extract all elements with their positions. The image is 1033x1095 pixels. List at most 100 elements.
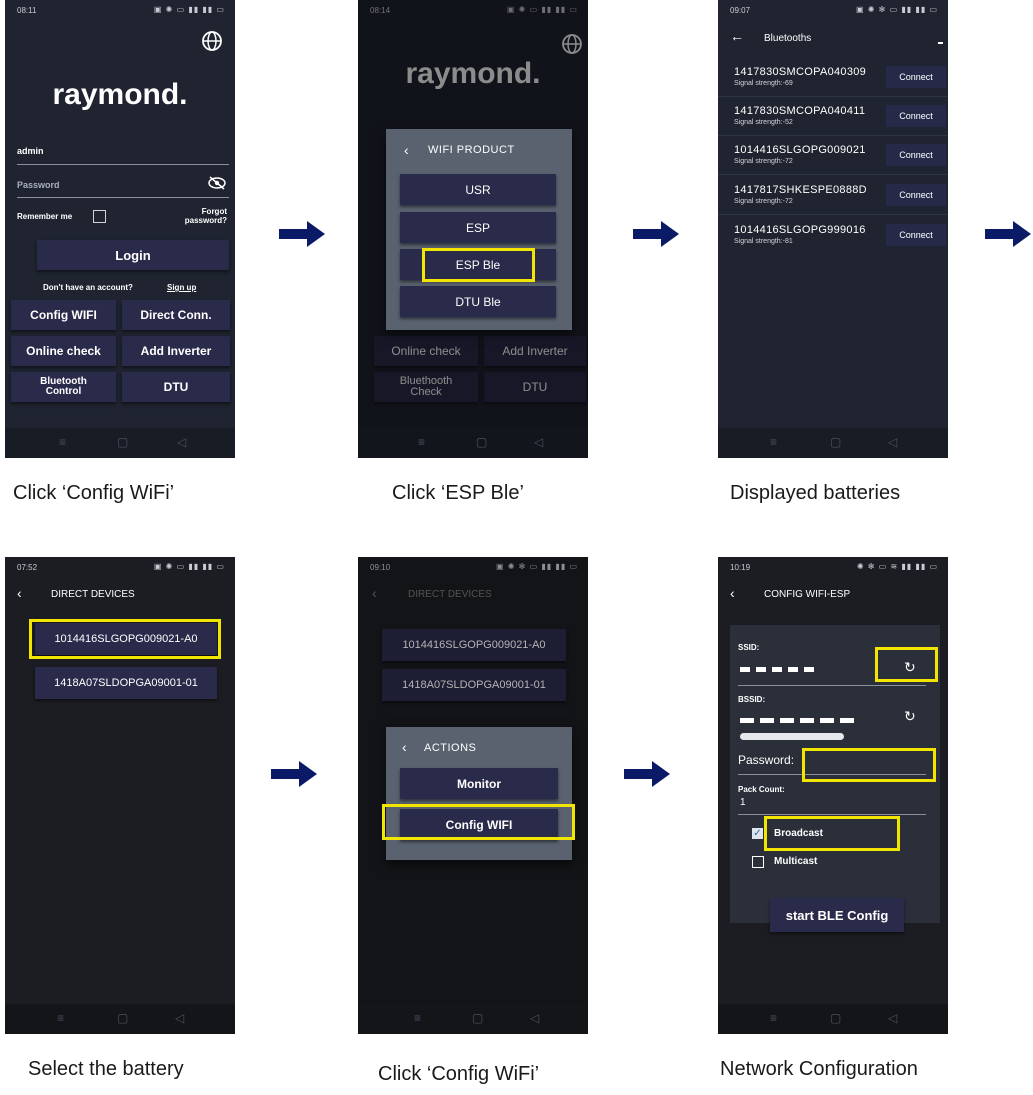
status-time: 07:52	[17, 563, 38, 572]
option-dtu-ble[interactable]: DTU Ble	[400, 286, 556, 317]
option-usr[interactable]: USR	[400, 174, 556, 205]
remember-checkbox[interactable]	[93, 210, 106, 223]
wifi-product-dialog: ‹ WIFI PRODUCT USR ESP ESP Ble DTU Ble	[386, 129, 572, 330]
pack-count-value[interactable]: 1	[740, 797, 746, 808]
actions-dialog: ‹ ACTIONS Monitor Config WIFI	[386, 727, 572, 860]
multicast-checkbox[interactable]	[752, 856, 764, 868]
back-chevron-icon[interactable]: ‹	[17, 585, 22, 601]
back-icon[interactable]: ◁	[534, 435, 543, 449]
device-signal: Signal strength:-72	[734, 158, 793, 165]
highlight-device	[29, 619, 221, 659]
home-icon[interactable]: ▢	[476, 435, 487, 449]
connect-button[interactable]: Connect	[886, 105, 946, 127]
device-id: 1014416SLGOPG009021	[734, 144, 866, 156]
username-underline	[17, 164, 229, 165]
caption: Displayed batteries	[730, 482, 901, 504]
highlight-password	[802, 748, 936, 782]
device-signal: Signal strength:-52	[734, 119, 793, 126]
nav-bar: ≡ ▢ ◁	[358, 1004, 588, 1034]
start-ble-config-button[interactable]: start BLE Config	[770, 898, 904, 932]
menu-icon[interactable]: ≡	[418, 435, 425, 449]
eye-off-icon[interactable]	[207, 176, 227, 190]
broadcast-checkbox[interactable]: ✓	[752, 828, 763, 839]
caption: Click ‘Config WiFi’	[378, 1063, 540, 1085]
device-signal: Signal strength:-81	[734, 238, 793, 245]
home-icon[interactable]: ▢	[117, 435, 128, 449]
caption: Network Configuration	[720, 1058, 918, 1080]
menu-icon[interactable]: ≡	[414, 1011, 421, 1025]
device-signal: Signal strength:-72	[734, 198, 793, 205]
connect-button[interactable]: Connect	[886, 66, 946, 88]
home-icon[interactable]: ▢	[472, 1011, 483, 1025]
highlight-ssid-refresh	[875, 647, 938, 682]
connect-button[interactable]: Connect	[886, 144, 946, 166]
screen-direct-devices: 07:52 ▣ ✺ ▭ ▮▮ ▮▮ ▭ ‹ DIRECT DEVICES 101…	[5, 557, 235, 1034]
multicast-label: Multicast	[774, 856, 818, 867]
home-icon[interactable]: ▢	[830, 1011, 841, 1025]
caption: Click ‘ESP Ble’	[392, 482, 524, 504]
back-arrow-icon[interactable]: ←	[730, 28, 744, 44]
flow-arrow	[271, 761, 317, 787]
forgot-password-link[interactable]: Forgot password?	[181, 207, 227, 225]
device-button[interactable]: 1418A07SLDOPGA09001-01	[35, 667, 217, 699]
nav-bar: ≡ ▢ ◁	[718, 1004, 948, 1034]
caption: Select the battery	[28, 1058, 184, 1080]
dialog-back-icon[interactable]: ‹	[402, 739, 407, 755]
signup-link[interactable]: Sign up	[167, 283, 196, 292]
status-time: 09:07	[730, 6, 751, 15]
bluetooth-control-button[interactable]: Bluetooth Control	[11, 372, 116, 402]
nav-bar: ≡ ▢ ◁	[5, 428, 235, 458]
dialog-title: ACTIONS	[424, 742, 477, 754]
dtu-button[interactable]: DTU	[122, 372, 230, 402]
back-icon[interactable]: ◁	[175, 1011, 184, 1025]
device-row[interactable]: 1014416SLGOPG009021 Signal strength:-72 …	[718, 136, 948, 175]
caption: Click ‘Config WiFi’	[13, 482, 175, 504]
status-icons: ▣ ✺ ✻ ▭ ▮▮ ▮▮ ▭	[855, 5, 938, 14]
username-field[interactable]: admin	[17, 146, 44, 156]
device-row[interactable]: 1014416SLGOPG999016 Signal strength:-81 …	[718, 216, 948, 254]
password-field[interactable]: Password	[17, 180, 60, 190]
password-field[interactable]: Password:	[738, 753, 794, 767]
direct-conn-button[interactable]: Direct Conn.	[122, 300, 230, 330]
nav-bar: ≡ ▢ ◁	[358, 428, 588, 458]
device-row[interactable]: 1417830SMCOPA040411 Signal strength:-52 …	[718, 97, 948, 136]
nav-bar: ≡ ▢ ◁	[5, 1004, 235, 1034]
home-icon[interactable]: ▢	[117, 1011, 128, 1025]
ssid-value-redacted	[740, 667, 820, 672]
back-icon[interactable]: ◁	[888, 435, 897, 449]
device-row[interactable]: 1417830SMCOPA040309 Signal strength:-69 …	[718, 58, 948, 97]
remember-label: Remember me	[17, 212, 73, 221]
config-wifi-button[interactable]: Config WIFI	[11, 300, 116, 330]
login-button[interactable]: Login	[37, 240, 229, 270]
bssid-refresh-icon[interactable]: ↻	[904, 708, 916, 725]
menu-icon[interactable]: ≡	[770, 1011, 777, 1025]
device-row[interactable]: 1417817SHKESPE0888D Signal strength:-72 …	[718, 176, 948, 215]
scan-indicator	[938, 42, 943, 44]
connect-button[interactable]: Connect	[886, 224, 946, 246]
back-icon[interactable]: ◁	[177, 435, 186, 449]
menu-icon[interactable]: ≡	[770, 435, 777, 449]
back-icon[interactable]: ◁	[530, 1011, 539, 1025]
dialog-back-icon[interactable]: ‹	[404, 142, 409, 158]
ssid-underline	[738, 685, 926, 686]
back-icon[interactable]: ◁	[888, 1011, 897, 1025]
globe-icon[interactable]	[201, 30, 223, 52]
device-id: 1014416SLGOPG999016	[734, 224, 866, 236]
menu-icon[interactable]: ≡	[59, 435, 66, 449]
bssid-label: BSSID:	[738, 695, 766, 704]
add-inverter-button[interactable]: Add Inverter	[122, 336, 230, 366]
option-esp[interactable]: ESP	[400, 212, 556, 243]
back-chevron-icon[interactable]: ‹	[730, 585, 735, 601]
online-check-button[interactable]: Online check	[11, 336, 116, 366]
flow-arrow	[279, 221, 325, 247]
screen-actions: 09:10 ▣ ✺ ✻ ▭ ▮▮ ▮▮ ▭ ‹ DIRECT DEVICES 1…	[358, 557, 588, 1034]
monitor-button[interactable]: Monitor	[400, 768, 558, 799]
flow-arrow	[633, 221, 679, 247]
device-signal: Signal strength:-69	[734, 80, 793, 87]
home-icon[interactable]: ▢	[830, 435, 841, 449]
menu-icon[interactable]: ≡	[57, 1011, 64, 1025]
highlight-broadcast	[764, 816, 900, 851]
connect-button[interactable]: Connect	[886, 184, 946, 206]
status-bar: 07:52 ▣ ✺ ▭ ▮▮ ▮▮ ▭	[5, 557, 235, 579]
highlight-config-wifi	[382, 804, 575, 840]
